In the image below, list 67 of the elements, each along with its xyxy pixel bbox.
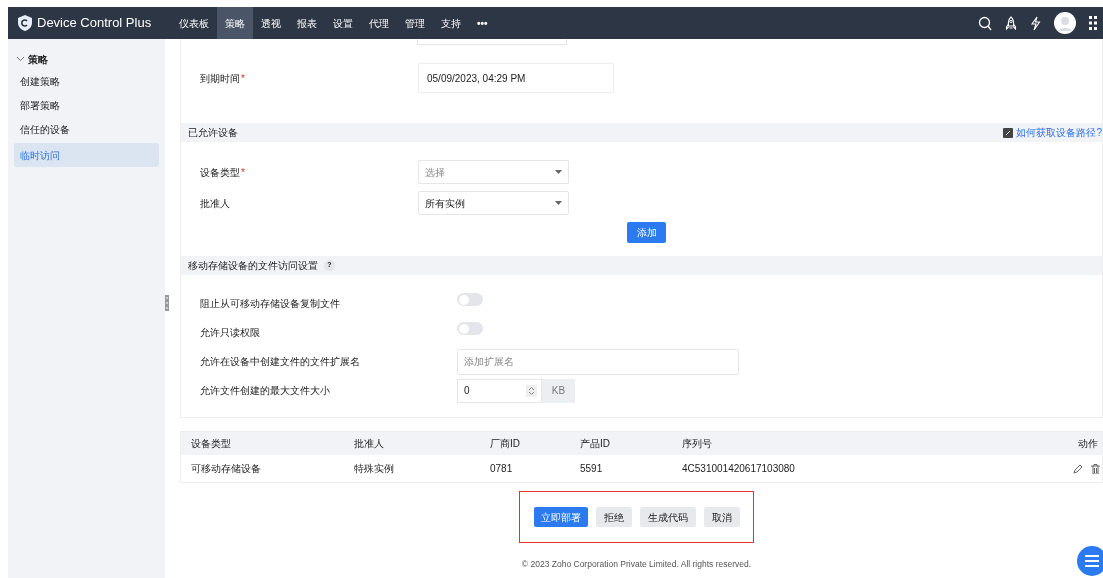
avatar-icon[interactable] (1054, 12, 1076, 34)
stepper-icon[interactable] (526, 384, 537, 397)
column-header: 厂商ID (490, 437, 520, 451)
section-title: 移动存储设备的文件访问设置 (188, 259, 318, 273)
toggle-switch[interactable] (457, 322, 483, 335)
app-grid-icon[interactable] (1089, 15, 1099, 31)
note-edit-icon (1003, 127, 1014, 138)
sidebar-item[interactable]: 信任的设备 (14, 119, 159, 139)
required-mark: * (241, 165, 245, 180)
action-button[interactable]: 立即部署 (533, 507, 588, 527)
setting-label: 允许只读权限 (200, 326, 260, 340)
text-field[interactable]: 添加扩展名 (457, 348, 739, 375)
sidebar-item[interactable]: 创建策略 (14, 71, 159, 91)
action-button[interactable]: 生成代码 (639, 507, 696, 527)
date-field[interactable]: 05/09/2023, 04:29 PM (418, 63, 614, 93)
number-field[interactable]: 0 (457, 378, 542, 403)
nav-tab[interactable]: 支持 (433, 7, 469, 39)
dropdown[interactable]: 所有实例 (418, 191, 569, 215)
pencil-icon[interactable] (1073, 463, 1083, 474)
table-cell-text: 可移动存储设备 (191, 462, 261, 476)
setting-label: 允许在设备中创建文件的文件扩展名 (200, 355, 360, 369)
setting-label: 允许文件创建的最大文件大小 (200, 384, 330, 398)
nav-tab[interactable]: 设置 (325, 7, 361, 39)
chevron-icon[interactable] (16, 56, 25, 62)
nav-tab[interactable]: 仪表板 (171, 7, 217, 39)
caret-icon (555, 201, 562, 205)
caret-icon (555, 170, 562, 174)
column-header: 产品ID (580, 437, 610, 451)
rocket-icon[interactable] (1005, 15, 1017, 31)
action-button[interactable]: 拒绝 (595, 507, 632, 527)
help-link[interactable]: 如何获取设备路径? (1016, 125, 1102, 140)
copyright-text: © 2023 Zoho Corporation Private Limited. All rights reserved. (521, 558, 752, 571)
nav-tab[interactable]: 策略 (217, 7, 253, 39)
setting-label: 阻止从可移动存储设备复制文件 (200, 297, 340, 311)
add-button[interactable]: 添加 (627, 222, 666, 243)
field-label: 批准人 (200, 196, 230, 211)
sidebar-item[interactable]: 临时访问 (14, 143, 159, 167)
column-header: 序列号 (682, 437, 712, 451)
field-label: 到期时间 (200, 71, 240, 86)
column-header: 动作 (1078, 437, 1098, 451)
table-cell-text: 特殊实例 (354, 462, 394, 476)
sidebar-group[interactable]: 策略 (28, 51, 48, 67)
field-label: 设备类型 (200, 165, 240, 180)
more-menu[interactable]: ••• (469, 7, 496, 39)
lightning-icon[interactable] (1030, 15, 1041, 31)
sidebar-item[interactable]: 部署策略 (14, 95, 159, 115)
table-cell-text: 4C531001420617103080 (682, 462, 795, 476)
table-cell-text: 5591 (580, 462, 603, 476)
section-title: 已允许设备 (188, 126, 238, 140)
resize-handle-icon[interactable] (165, 295, 169, 311)
trash-icon[interactable] (1091, 463, 1100, 474)
unit-label: KB (542, 378, 575, 403)
dropdown[interactable]: 选择 (418, 160, 569, 184)
required-mark: * (241, 71, 245, 86)
nav-tab[interactable]: 透视 (253, 7, 289, 39)
nav-tab[interactable]: 管理 (397, 7, 433, 39)
floating-menu-button[interactable] (1077, 546, 1103, 576)
toggle-switch[interactable] (457, 293, 483, 306)
search-icon[interactable] (978, 15, 992, 31)
action-button[interactable]: 取消 (703, 507, 740, 527)
product-name: Device Control Plus (37, 14, 152, 33)
column-header: 批准人 (354, 437, 384, 451)
table-cell-text: 0781 (490, 462, 513, 476)
shield-logo-icon (18, 15, 32, 31)
column-header: 设备类型 (191, 437, 231, 451)
nav-tab[interactable]: 报表 (289, 7, 325, 39)
nav-tab[interactable]: 代理 (361, 7, 397, 39)
